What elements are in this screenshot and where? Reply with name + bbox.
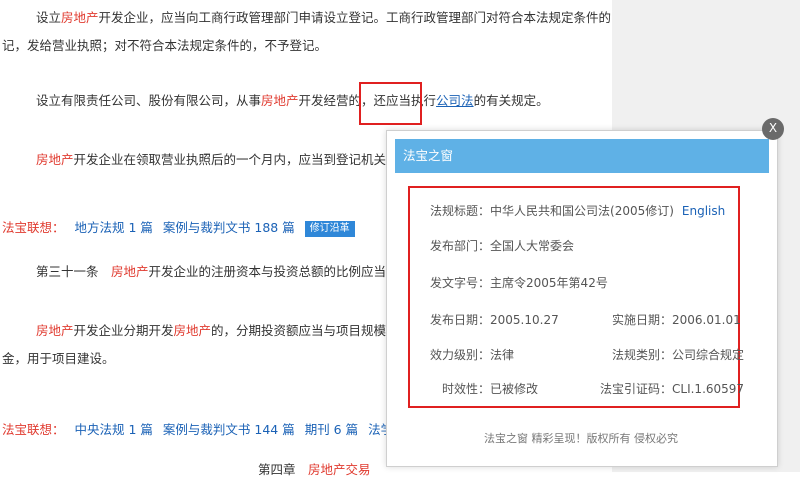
text: 设立: [36, 10, 62, 25]
field-value: 2005.10.27: [490, 313, 559, 327]
keyword-highlight: 房地产交易: [308, 462, 371, 477]
keyword-highlight: 房地产: [111, 264, 149, 279]
popup-footer: 法宝之窗 精彩呈现！版权所有 侵权必究: [484, 432, 678, 445]
related-label: 法宝联想：: [2, 422, 65, 437]
law-title-row: 法规标题：中华人民共和国公司法(2005修订) English: [430, 202, 725, 219]
related-links-2: 法宝联想： 中央法规 1 篇 案例与裁判文书 144 篇 期刊 6 篇 法学文献…: [2, 420, 446, 440]
paragraph-1-line-1: 设立房地产开发企业，应当向工商行政管理部门申请设立登记。工商行政管理部门对符合本…: [36, 8, 636, 28]
issue-date-row: 发布日期：2005.10.27: [430, 311, 559, 328]
keyword-highlight: 房地产: [36, 323, 74, 338]
law-category-row: 法规类别：公司综合规定: [612, 346, 744, 363]
text: 开发企业分期开发: [73, 323, 174, 338]
text: 开发企业，应当向工商行政管理部门申请设立登记。工商行政管理部门对符合本法规定条件…: [98, 10, 636, 25]
field-value: 全国人大常委会: [490, 239, 575, 253]
related-link-cases[interactable]: 案例与裁判文书 188 篇: [163, 220, 295, 235]
related-link-central-regulations[interactable]: 中央法规 1 篇: [75, 422, 153, 437]
field-label: 发布部门：: [430, 239, 491, 253]
english-version-link[interactable]: English: [682, 204, 725, 218]
related-link-local-regulations[interactable]: 地方法规 1 篇: [75, 220, 153, 235]
text: 第三十一条: [36, 264, 112, 279]
field-label: 法宝引证码：: [600, 382, 673, 396]
company-law-link[interactable]: 公司法: [436, 93, 474, 108]
field-label: 时效性：: [442, 382, 491, 396]
effect-level-row: 效力级别：法律: [430, 346, 514, 363]
field-label: 法规类别：: [612, 348, 673, 362]
revision-history-badge[interactable]: 修订沿革: [304, 221, 355, 237]
keyword-highlight: 房地产: [36, 152, 74, 167]
field-value: 中华人民共和国公司法(2005修订): [490, 204, 674, 218]
popup-title: 法宝之窗: [395, 139, 769, 173]
field-value: CLI.1.60597: [672, 382, 745, 396]
field-label: 效力级别：: [430, 348, 491, 362]
effective-date-row: 实施日期：2006.01.01: [612, 311, 741, 328]
field-value: 公司综合规定: [672, 348, 745, 362]
text: 的有关规定。: [473, 93, 549, 108]
field-label: 法规标题：: [430, 204, 491, 218]
document-number-row: 发文字号：主席令2005年第42号: [430, 274, 608, 291]
paragraph-1-line-2: 记，发给营业执照；对不符合本法规定条件的，不予登记。: [2, 38, 328, 53]
issuing-department-row: 发布部门：全国人大常委会: [430, 237, 574, 254]
related-link-journals[interactable]: 期刊 6 篇: [305, 422, 358, 437]
paragraph-2: 设立有限责任公司、股份有限公司，从事房地产开发经营的，还应当执行公司法的有关规定…: [36, 91, 636, 111]
field-label: 发文字号：: [430, 276, 491, 290]
field-value: 已被修改: [490, 382, 539, 396]
timeliness-row: 时效性：已被修改: [442, 380, 538, 397]
close-icon[interactable]: X: [762, 118, 784, 140]
field-value: 法律: [490, 348, 515, 362]
text: 设立有限责任公司、股份有限公司，从事: [36, 93, 262, 108]
keyword-highlight: 房地产: [173, 323, 212, 338]
keyword-highlight: 房地产: [261, 93, 299, 108]
field-label: 发布日期：: [430, 313, 491, 327]
text: 第四章: [258, 462, 309, 477]
field-value: 主席令2005年第42号: [490, 276, 608, 290]
annotation-highlight-box: [408, 186, 740, 408]
field-label: 实施日期：: [612, 313, 673, 327]
keyword-highlight: 房地产: [61, 10, 99, 25]
related-label: 法宝联想：: [2, 220, 65, 235]
annotation-highlight-box: [359, 82, 422, 125]
related-links-1: 法宝联想： 地方法规 1 篇 案例与裁判文书 188 篇 修订沿革: [2, 218, 355, 238]
field-value: 2006.01.01: [672, 313, 741, 327]
citation-code-row: 法宝引证码：CLI.1.60597: [600, 380, 744, 397]
related-link-cases[interactable]: 案例与裁判文书 144 篇: [163, 422, 295, 437]
